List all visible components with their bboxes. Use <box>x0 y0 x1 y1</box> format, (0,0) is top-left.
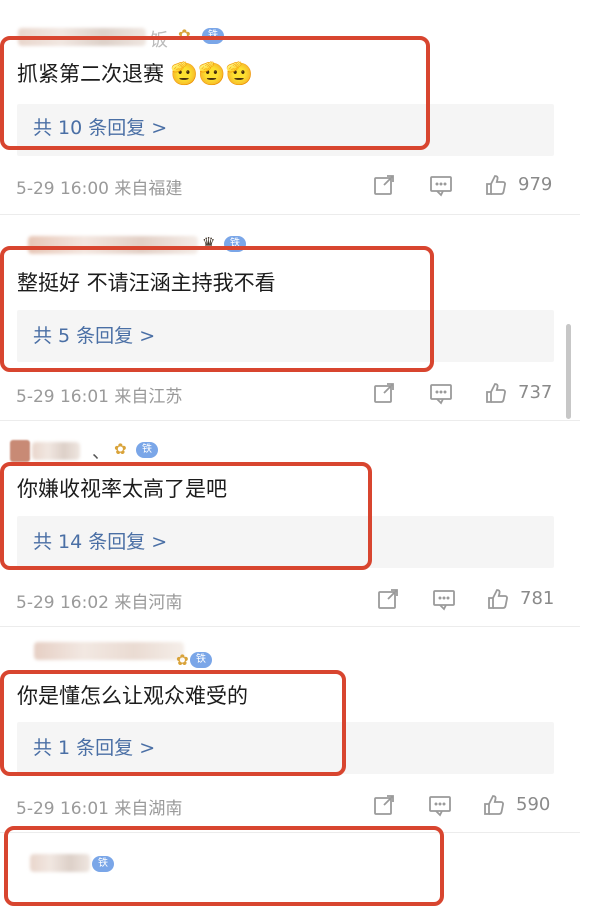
comment-icon[interactable] <box>429 381 453 405</box>
like-count: 737 <box>518 382 553 403</box>
timestamp-location: 5-29 16:02 来自河南 <box>16 593 183 613</box>
fan-badge: 铁粉1 <box>136 442 158 487</box>
like-icon[interactable] <box>484 173 508 197</box>
comment-icon[interactable] <box>429 173 453 197</box>
red-highlight-box <box>0 36 430 150</box>
like-count: 781 <box>520 588 555 609</box>
timestamp-location: 5-29 16:01 来自湖南 <box>16 799 183 819</box>
blurred-username <box>34 642 184 660</box>
divider <box>0 420 580 421</box>
scrollbar[interactable] <box>566 324 571 419</box>
divider <box>0 214 580 215</box>
red-highlight-box <box>0 246 434 372</box>
red-highlight-box <box>0 462 372 570</box>
blurred-username <box>32 442 80 460</box>
divider <box>0 626 580 627</box>
like-icon[interactable] <box>486 587 510 611</box>
red-highlight-box <box>0 670 346 776</box>
comment-meta-row: 5-29 16:01 来自江苏 737 <box>0 378 590 408</box>
fan-badge: 铁粉1 <box>190 652 212 697</box>
fan-badge-icon: ✿ <box>114 440 127 458</box>
share-icon[interactable] <box>372 793 396 817</box>
blurred-avatar <box>10 440 30 462</box>
red-highlight-box <box>4 826 444 906</box>
comment-meta-row: 5-29 16:00 来自福建 979 <box>0 170 590 200</box>
share-icon[interactable] <box>376 587 400 611</box>
timestamp-location: 5-29 16:01 来自江苏 <box>16 387 183 407</box>
timestamp-location: 5-29 16:00 来自福建 <box>16 179 183 199</box>
comment-icon[interactable] <box>432 587 456 611</box>
comment-icon[interactable] <box>428 793 452 817</box>
like-count: 979 <box>518 174 553 195</box>
like-count: 590 <box>516 794 551 815</box>
username-fragment: 、 <box>92 442 110 463</box>
comment-meta-row: 5-29 16:01 来自湖南 590 <box>0 790 590 820</box>
comment-meta-row: 5-29 16:02 来自河南 781 <box>0 584 590 614</box>
share-icon[interactable] <box>372 381 396 405</box>
like-icon[interactable] <box>484 381 508 405</box>
like-icon[interactable] <box>482 793 506 817</box>
share-icon[interactable] <box>372 173 396 197</box>
